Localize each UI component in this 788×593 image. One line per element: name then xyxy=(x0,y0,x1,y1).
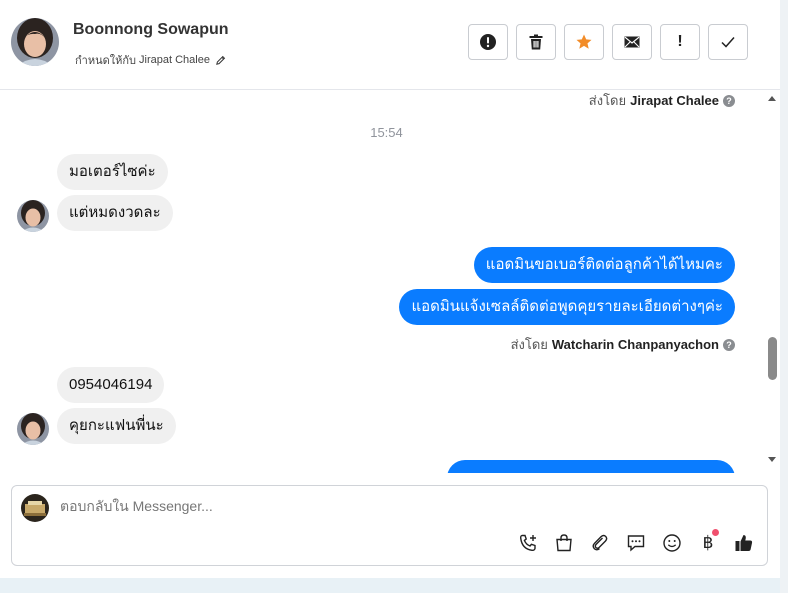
message-timestamp: 15:54 xyxy=(370,125,403,140)
delete-button[interactable] xyxy=(516,24,556,60)
scrollbar-thumb[interactable] xyxy=(768,337,777,380)
baht-icon: ฿ xyxy=(702,533,714,553)
attach-button[interactable] xyxy=(589,532,611,554)
like-button[interactable] xyxy=(733,532,755,554)
help-icon[interactable]: ? xyxy=(723,338,735,351)
sent-by-agent: Watcharin Chanpanyachon xyxy=(551,337,719,352)
incoming-message[interactable]: คุยกะแฟนพี่นะ xyxy=(57,408,176,444)
done-button[interactable] xyxy=(708,24,748,60)
outgoing-message-partial[interactable] xyxy=(447,460,735,473)
alert-circle-icon xyxy=(480,34,496,50)
header-actions: ! xyxy=(468,24,748,60)
incoming-message[interactable]: มอเตอร์ไซค่ะ xyxy=(57,154,168,190)
sent-by-prefix: ส่งโดย xyxy=(510,337,548,352)
check-icon xyxy=(721,37,735,48)
notification-dot xyxy=(712,529,719,536)
reply-input[interactable] xyxy=(60,498,740,514)
paperclip-icon xyxy=(592,534,608,551)
message-thread[interactable]: ส่งโดย Jirapat Chalee ? 15:54 มอเตอร์ไซค… xyxy=(0,90,766,473)
trash-icon xyxy=(529,34,543,50)
emoji-button[interactable] xyxy=(661,532,683,554)
window-footer-edge xyxy=(0,578,780,593)
scroll-up-arrow-icon[interactable] xyxy=(766,94,778,104)
payment-button[interactable]: ฿ xyxy=(697,529,719,554)
exclamation-icon: ! xyxy=(677,33,683,50)
contact-avatar[interactable] xyxy=(11,18,59,66)
assignment-row[interactable]: กำหนดให้กับ Jirapat Chalee xyxy=(75,51,226,69)
emoji-icon xyxy=(663,534,681,552)
phone-add-icon xyxy=(519,534,536,552)
chat-bubble-icon xyxy=(627,535,645,552)
sent-by-label: ส่งโดย Jirapat Chalee ? xyxy=(589,90,735,111)
shopping-bag-icon xyxy=(556,534,572,552)
contact-name: Boonnong Sowapun xyxy=(73,21,229,38)
pencil-icon[interactable] xyxy=(215,55,226,66)
assign-prefix: กำหนดให้กับ xyxy=(75,55,137,67)
outgoing-message[interactable]: แอดมินแจ้งเซลล์ติดต่อพูดคุยรายละเอียดต่า… xyxy=(399,289,735,325)
sent-by-label: ส่งโดย Watcharin Chanpanyachon ? xyxy=(511,334,735,355)
window-edge xyxy=(780,0,788,593)
conversation-panel: Boonnong Sowapun กำหนดให้กับ Jirapat Cha… xyxy=(0,0,780,578)
follow-up-button[interactable]: ! xyxy=(660,24,700,60)
envelope-icon xyxy=(624,36,640,48)
star-icon xyxy=(576,34,592,49)
incoming-message[interactable]: 0954046194 xyxy=(57,367,165,403)
scroll-down-arrow-icon[interactable] xyxy=(766,456,778,466)
sent-by-agent: Jirapat Chalee xyxy=(630,93,719,108)
shop-button[interactable] xyxy=(553,532,575,554)
phone-add-button[interactable] xyxy=(517,532,539,554)
page-avatar xyxy=(21,494,49,522)
contact-avatar-small[interactable] xyxy=(17,413,49,445)
incoming-message[interactable]: แต่หมดงวดละ xyxy=(57,195,173,231)
reply-composer: ฿ xyxy=(11,485,768,566)
star-button[interactable] xyxy=(564,24,604,60)
saved-replies-button[interactable] xyxy=(625,532,647,554)
spam-button[interactable] xyxy=(468,24,508,60)
thumbs-up-icon xyxy=(735,535,753,551)
contact-avatar-small[interactable] xyxy=(17,200,49,232)
help-icon[interactable]: ? xyxy=(723,94,735,107)
composer-toolbar: ฿ xyxy=(517,529,755,554)
sent-by-prefix: ส่งโดย xyxy=(588,93,627,108)
outgoing-message[interactable]: แอดมินขอเบอร์ติดต่อลูกค้าได้ไหมคะ xyxy=(473,247,735,283)
mark-unread-button[interactable] xyxy=(612,24,652,60)
conversation-header: Boonnong Sowapun กำหนดให้กับ Jirapat Cha… xyxy=(0,0,780,90)
assignee-name: Jirapat Chalee xyxy=(139,54,210,66)
